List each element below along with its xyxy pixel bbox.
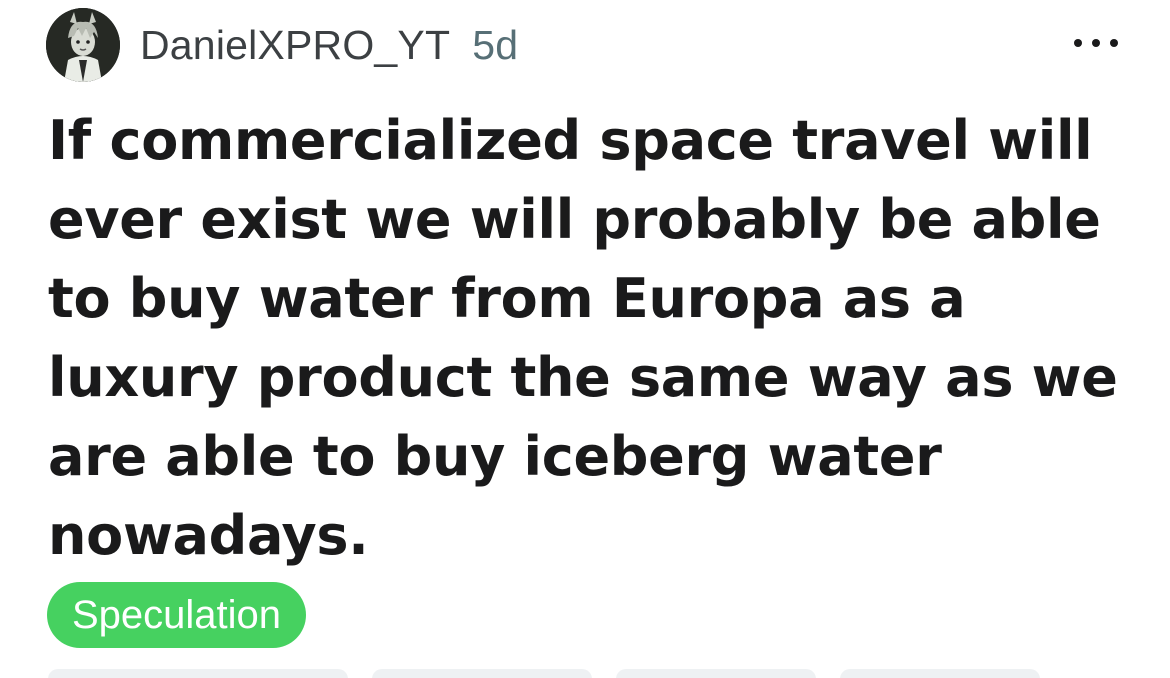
post-title[interactable]: If commercialized space travel will ever… xyxy=(48,101,1128,575)
award-button[interactable] xyxy=(616,669,816,678)
flair-badge[interactable]: Speculation xyxy=(47,582,307,648)
comments-button[interactable] xyxy=(372,669,592,678)
post-meta: DanielXPRO_YT 5d xyxy=(140,22,518,69)
post-action-bar xyxy=(48,669,1128,678)
post-header: DanielXPRO_YT 5d xyxy=(46,8,518,82)
post-age: 5d xyxy=(472,21,519,68)
author-username[interactable]: DanielXPRO_YT xyxy=(140,22,450,69)
more-horizontal-icon xyxy=(1074,39,1082,47)
post-card: DanielXPRO_YT 5d If commercialized space… xyxy=(0,0,1170,678)
more-options-button[interactable] xyxy=(1074,28,1118,58)
share-button[interactable] xyxy=(840,669,1040,678)
vote-button-group[interactable] xyxy=(48,669,348,678)
avatar[interactable] xyxy=(46,8,120,82)
